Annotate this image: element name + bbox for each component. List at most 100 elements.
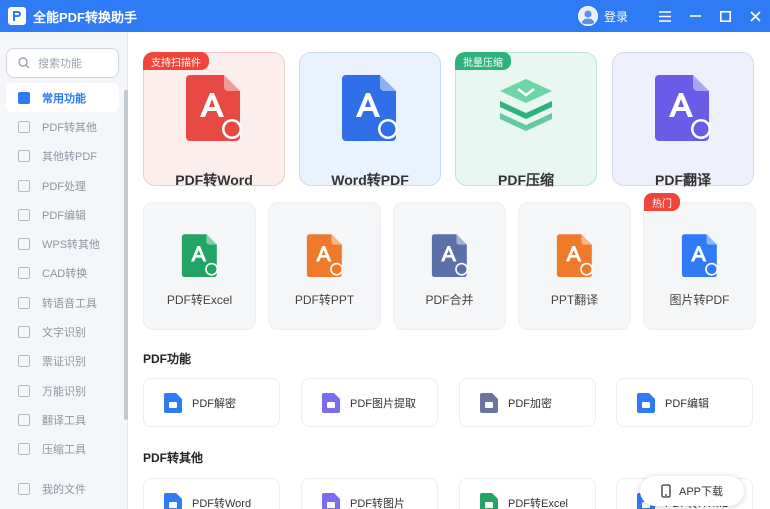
main-content: 支持扫描件 PDF转Word Word转PDF 批量压缩 PDF压缩 PDF翻译 PDF转… xyxy=(129,32,770,509)
unlock-icon xyxy=(164,392,182,413)
function-label: PDF转Word xyxy=(192,497,252,509)
pdf-translate-icon xyxy=(653,73,713,141)
pdf-to-word-icon xyxy=(184,73,244,141)
sidebar-item[interactable]: 文字识别 xyxy=(6,317,119,346)
sidebar-item-label: PDF编辑 xyxy=(42,209,86,222)
menu-icon xyxy=(659,10,671,22)
close-icon xyxy=(749,10,761,22)
minimize-button[interactable] xyxy=(680,0,710,32)
feature-label: PDF转Word xyxy=(175,172,253,188)
function-label: PDF转图片 xyxy=(350,497,405,509)
feature-card-word-to-pdf[interactable]: Word转PDF xyxy=(299,52,441,188)
function-card-image-extract[interactable]: PDF图片提取 xyxy=(301,378,438,427)
function-label: PDF转Excel xyxy=(508,497,568,509)
sidebar-nav: 常用功能 PDF转其他 其他转PDF PDF处理 PDF编辑 WPS转其他 CAD转换转语音… xyxy=(6,83,119,464)
nav-icon xyxy=(18,443,30,456)
sidebar-item[interactable]: 其他转PDF xyxy=(6,142,119,171)
function-label: PDF图片提取 xyxy=(350,397,416,410)
feature-card-pdf-translate[interactable]: PDF翻译 xyxy=(612,52,754,188)
folder-icon xyxy=(18,483,30,495)
sidebar-item[interactable]: CAD转换 xyxy=(6,259,119,288)
sidebar-item-label: PDF处理 xyxy=(42,180,86,193)
phone-icon xyxy=(661,484,671,498)
tool-card-ppt-translate[interactable]: PPT翻译 xyxy=(518,202,631,330)
pdf-to-image-icon xyxy=(322,492,340,509)
feature-badge: 支持扫描件 xyxy=(143,52,209,70)
sidebar-item[interactable]: 常用功能 xyxy=(6,83,119,113)
pdf-compress-icon xyxy=(496,73,556,141)
feature-badge: 批量压缩 xyxy=(455,52,511,70)
section-title-pdf-functions: PDF功能 xyxy=(143,352,192,366)
sidebar-item[interactable]: PDF处理 xyxy=(6,171,119,200)
function-card-pdf-to-excel[interactable]: PDF转Excel xyxy=(459,478,596,509)
sidebar-item[interactable]: 压缩工具 xyxy=(6,435,119,464)
sidebar-item[interactable]: 转语音工具 xyxy=(6,288,119,317)
app-download-button[interactable]: APP下载 xyxy=(640,476,744,506)
sidebar: 搜索功能 常用功能 PDF转其他 其他转PDF PDF处理 PDF编辑 WPS转其他 CAD… xyxy=(0,32,128,509)
ppt-translate-icon xyxy=(552,233,598,277)
sidebar-item-label: 转语音工具 xyxy=(42,297,97,310)
sidebar-item[interactable]: WPS转其他 xyxy=(6,229,119,258)
tool-label: PPT翻译 xyxy=(550,293,599,307)
function-label: PDF加密 xyxy=(508,397,552,410)
feature-card-pdf-compress[interactable]: 批量压缩 PDF压缩 xyxy=(455,52,597,188)
sidebar-item-label: 其他转PDF xyxy=(42,151,97,164)
function-card-lock[interactable]: PDF加密 xyxy=(459,378,596,427)
feature-label: Word转PDF xyxy=(331,172,409,188)
nav-icon xyxy=(18,238,30,251)
function-card-pdf-to-word[interactable]: PDF转Word xyxy=(143,478,280,509)
feature-card-pdf-to-word[interactable]: 支持扫描件 PDF转Word xyxy=(143,52,285,188)
sidebar-item[interactable]: PDF编辑 xyxy=(6,200,119,229)
tool-label: 图片转PDF xyxy=(669,293,730,307)
close-button[interactable] xyxy=(740,0,770,32)
function-card-edit[interactable]: PDF编辑 xyxy=(616,378,753,427)
sidebar-item-label: 压缩工具 xyxy=(42,444,86,457)
nav-icon xyxy=(18,355,30,368)
nav-icon xyxy=(18,91,30,104)
sidebar-item-label: 万能识别 xyxy=(42,385,86,398)
tool-label: PDF合并 xyxy=(425,293,474,307)
nav-icon xyxy=(18,326,30,339)
sidebar-item-label: WPS转其他 xyxy=(42,239,101,252)
search-input[interactable]: 搜索功能 xyxy=(6,48,119,78)
maximize-icon xyxy=(719,10,731,22)
pdf-to-word-icon xyxy=(164,492,182,509)
tool-card-image-to-pdf[interactable]: 热门 图片转PDF xyxy=(643,193,756,330)
pdf-to-ppt-icon xyxy=(302,233,348,277)
tool-card-pdf-to-ppt[interactable]: PDF转PPT xyxy=(268,202,381,330)
tool-card-pdf-merge[interactable]: PDF合并 xyxy=(393,202,506,330)
function-card-pdf-to-image[interactable]: PDF转图片 xyxy=(301,478,438,509)
feature-label: PDF压缩 xyxy=(498,172,554,188)
maximize-button[interactable] xyxy=(710,0,740,32)
nav-icon xyxy=(18,413,30,426)
search-placeholder: 搜索功能 xyxy=(38,58,82,70)
sidebar-item-label: 翻译工具 xyxy=(42,414,86,427)
nav-icon xyxy=(18,120,30,133)
nav-icon xyxy=(18,267,30,280)
sidebar-item-label: 票证识别 xyxy=(42,356,86,369)
minimize-icon xyxy=(689,15,701,17)
pdf-merge-icon xyxy=(427,233,473,277)
title-bar: 全能PDF转换助手 登录 xyxy=(0,0,770,32)
sidebar-item-label: 常用功能 xyxy=(42,92,86,105)
search-icon xyxy=(18,57,30,69)
sidebar-item[interactable]: 翻译工具 xyxy=(6,405,119,434)
lock-icon xyxy=(480,392,498,413)
function-label: PDF解密 xyxy=(192,397,236,410)
image-extract-icon xyxy=(322,392,340,413)
sidebar-item-label: 我的文件 xyxy=(42,484,86,496)
sidebar-scrollbar[interactable] xyxy=(124,90,128,420)
avatar-icon[interactable] xyxy=(577,6,598,26)
sidebar-item-label: 文字识别 xyxy=(42,327,86,340)
image-to-pdf-icon xyxy=(677,233,723,277)
menu-button[interactable] xyxy=(650,0,680,32)
tool-card-pdf-to-excel[interactable]: PDF转Excel xyxy=(143,202,256,330)
sidebar-item-my-files[interactable]: 我的文件 xyxy=(6,475,119,503)
function-card-unlock[interactable]: PDF解密 xyxy=(143,378,280,427)
sidebar-item[interactable]: 票证识别 xyxy=(6,347,119,376)
tool-label: PDF转Excel xyxy=(166,293,233,307)
login-link[interactable]: 登录 xyxy=(604,8,628,25)
sidebar-item[interactable]: PDF转其他 xyxy=(6,112,119,141)
sidebar-item-label: PDF转其他 xyxy=(42,121,97,134)
sidebar-item[interactable]: 万能识别 xyxy=(6,376,119,405)
